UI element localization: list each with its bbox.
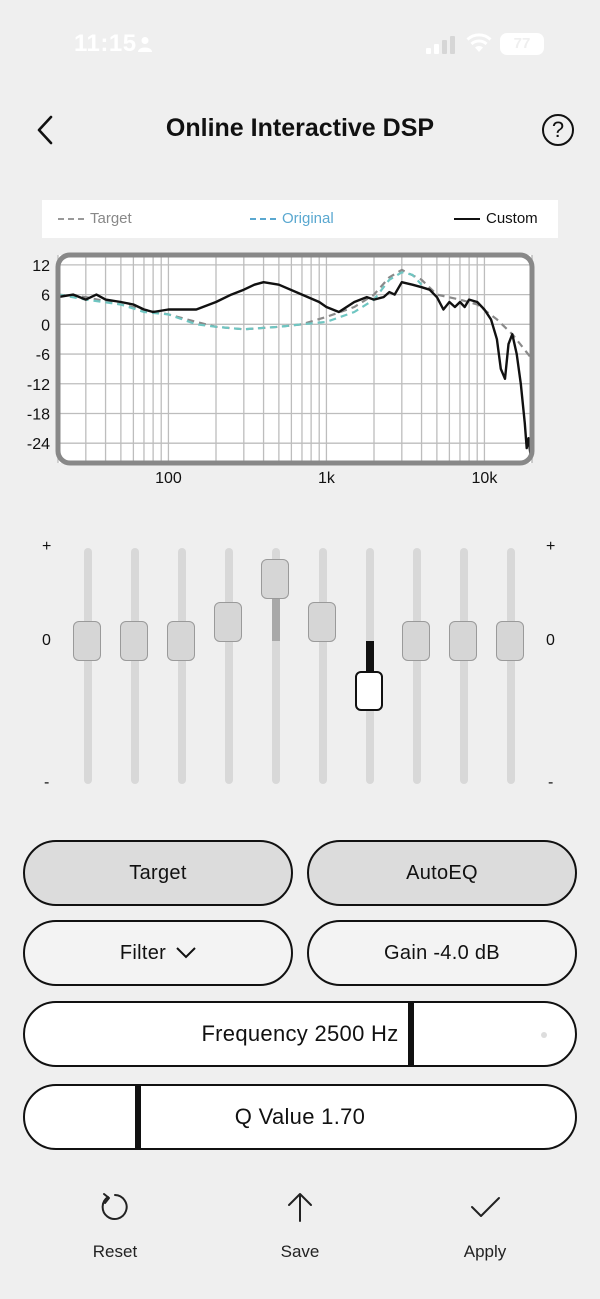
- checkmark-icon: [471, 1197, 500, 1217]
- target-button[interactable]: Target: [23, 840, 293, 906]
- chart-plot-area: [58, 255, 532, 463]
- eq-zero-label-right: 0: [546, 632, 555, 649]
- eq-slider-thumb[interactable]: [355, 671, 383, 711]
- chart-x-tick-label: 100: [155, 470, 182, 487]
- page-title: Online Interactive DSP: [165, 114, 435, 142]
- chart-y-tick-label: -18: [27, 406, 50, 423]
- eq-slider-thumb[interactable]: [308, 602, 336, 643]
- eq-slider-thumb[interactable]: [167, 621, 195, 661]
- battery-level: 77: [513, 35, 531, 52]
- eq-band-slider-3[interactable]: [167, 548, 197, 784]
- person-icon: [138, 37, 152, 52]
- eq-slider-thumb[interactable]: [120, 621, 148, 661]
- upload-icon: [288, 1193, 312, 1222]
- eq-min-label-left: -: [44, 774, 50, 791]
- frequency-value: Frequency 2500 Hz: [201, 1021, 399, 1046]
- eq-slider-thumb[interactable]: [402, 621, 430, 661]
- gain-value: Gain -4.0 dB: [384, 941, 500, 964]
- eq-slider-track[interactable]: [413, 548, 421, 784]
- chart-y-tick-label: -12: [27, 377, 50, 394]
- frequency-response-chart: 12 6 0 -6 -12 -18 -24 100 1k 10k: [27, 252, 535, 487]
- chart-y-tick-label: 6: [41, 288, 50, 305]
- filter-dropdown[interactable]: Filter: [23, 920, 293, 986]
- chart-y-tick-label: 12: [32, 258, 50, 275]
- eq-slider-track[interactable]: [507, 548, 515, 784]
- eq-slider-track[interactable]: [84, 548, 92, 784]
- apply-button[interactable]: Apply: [425, 1180, 545, 1262]
- eq-zero-label-left: 0: [42, 632, 51, 649]
- legend-custom-swatch: [454, 217, 480, 220]
- reset-label: Reset: [92, 1242, 138, 1261]
- q-value-slider-handle[interactable]: [135, 1086, 141, 1148]
- eq-sliders: + 0 - + 0 -: [0, 530, 600, 800]
- eq-slider-thumb[interactable]: [73, 621, 101, 661]
- eq-band-slider-10[interactable]: [496, 548, 526, 784]
- header: Online Interactive DSP ?: [0, 100, 600, 160]
- chart-y-tick-label: -6: [36, 347, 50, 364]
- eq-band-slider-5[interactable]: [261, 548, 291, 784]
- chart-x-tick-label: 1k: [318, 470, 336, 487]
- eq-band-slider-1[interactable]: [73, 548, 103, 784]
- eq-slider-track[interactable]: [319, 548, 327, 784]
- frequency-slider-handle[interactable]: [407, 1003, 414, 1065]
- q-value: Q Value 1.70: [234, 1104, 366, 1129]
- chart-x-tick-label: 10k: [472, 470, 499, 487]
- eq-slider-thumb[interactable]: [214, 602, 242, 643]
- eq-band-slider-2[interactable]: [120, 548, 150, 784]
- autoeq-button[interactable]: AutoEQ: [307, 840, 577, 906]
- save-label: Save: [280, 1242, 320, 1261]
- wifi-icon: [466, 33, 492, 52]
- chart-y-tick-label: -24: [27, 436, 50, 453]
- legend-original-label: Original: [282, 210, 334, 227]
- eq-slider-thumb[interactable]: [449, 621, 477, 661]
- battery-icon: 77: [500, 33, 544, 55]
- eq-max-label-right: +: [546, 538, 556, 555]
- eq-min-label-right: -: [548, 774, 554, 791]
- gain-button[interactable]: Gain -4.0 dB: [307, 920, 577, 986]
- save-button[interactable]: Save: [240, 1180, 360, 1262]
- bottom-actions: Reset Save Apply: [0, 1180, 600, 1280]
- q-value-slider[interactable]: Q Value 1.70: [23, 1084, 577, 1150]
- help-icon[interactable]: ?: [542, 114, 574, 146]
- filter-dropdown-label: Filter: [119, 941, 167, 964]
- status-time: 11:15: [74, 30, 137, 57]
- eq-slider-thumb[interactable]: [261, 558, 289, 599]
- target-button-label: Target: [129, 861, 187, 884]
- eq-band-slider-9[interactable]: [449, 548, 479, 784]
- chart-y-tick-label: 0: [41, 317, 50, 334]
- frequency-slider-dot: [541, 1032, 547, 1038]
- eq-slider-thumb[interactable]: [496, 621, 524, 661]
- chevron-down-icon: [176, 947, 196, 959]
- autoeq-button-label: AutoEQ: [406, 861, 478, 884]
- legend-custom[interactable]: Custom: [454, 210, 538, 227]
- eq-slider-track[interactable]: [460, 548, 468, 784]
- eq-band-slider-4[interactable]: [214, 548, 244, 784]
- eq-slider-track[interactable]: [225, 548, 233, 784]
- eq-max-label-left: +: [42, 538, 52, 555]
- chart-legend: Target Original Custom: [42, 200, 558, 238]
- status-bar: 11:15 77: [0, 0, 600, 90]
- eq-band-slider-6[interactable]: [308, 548, 338, 784]
- legend-target-swatch: [58, 217, 84, 220]
- eq-band-slider-7[interactable]: [355, 548, 385, 784]
- apply-label: Apply: [463, 1242, 507, 1261]
- signal-icon: [426, 36, 455, 54]
- legend-custom-label: Custom: [486, 210, 538, 227]
- frequency-slider[interactable]: Frequency 2500 Hz: [23, 1001, 577, 1067]
- legend-original[interactable]: Original: [250, 210, 334, 227]
- eq-slider-track[interactable]: [178, 548, 186, 784]
- legend-target-label: Target: [90, 210, 132, 227]
- reset-button[interactable]: Reset: [55, 1180, 175, 1262]
- eq-band-slider-8[interactable]: [402, 548, 432, 784]
- legend-target[interactable]: Target: [58, 210, 132, 227]
- reset-icon: [101, 1193, 128, 1220]
- eq-slider-track[interactable]: [131, 548, 139, 784]
- legend-original-swatch: [250, 217, 276, 220]
